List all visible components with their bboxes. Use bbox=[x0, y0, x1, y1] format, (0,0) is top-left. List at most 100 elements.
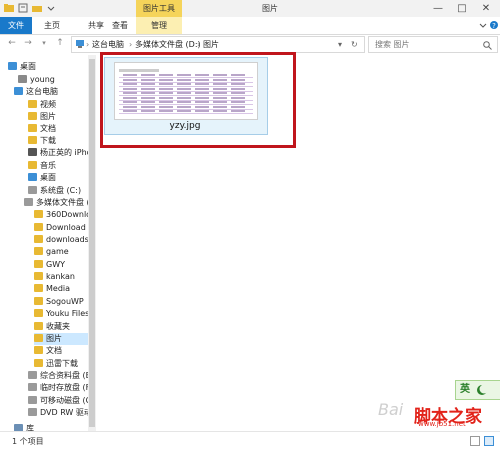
nav-item-label: 多媒体文件盘 (D: bbox=[36, 198, 88, 207]
nav-item-label: 库 bbox=[26, 424, 34, 431]
back-button[interactable]: ← bbox=[6, 37, 18, 49]
navigation-pane: 桌面 young 这台电脑 视频 图片 文档 下载 杨正英的 iPho 音乐 桌面 系统盘 (C:)… bbox=[0, 55, 88, 431]
phone-icon bbox=[28, 148, 37, 156]
breadcrumb-drive-d[interactable]: 多媒体文件盘 (D:) bbox=[135, 37, 201, 52]
refresh-button[interactable]: ↻ bbox=[351, 37, 358, 52]
nav-item[interactable]: 系统盘 (C:) bbox=[28, 185, 88, 197]
nav-item-label: 视频 bbox=[40, 100, 56, 109]
close-button[interactable]: ✕ bbox=[474, 0, 498, 17]
folder-icon bbox=[34, 247, 43, 255]
maximize-button[interactable]: □ bbox=[450, 0, 474, 17]
properties-icon[interactable] bbox=[18, 3, 28, 13]
nav-item[interactable]: 图片 bbox=[34, 333, 88, 345]
nav-item-label: 桌面 bbox=[20, 62, 36, 71]
nav-item[interactable]: Download bbox=[34, 222, 88, 234]
nav-item-label: 360Downlo bbox=[46, 210, 88, 219]
new-folder-icon[interactable] bbox=[32, 3, 42, 13]
item-count: 1 个项目 bbox=[12, 437, 44, 446]
svg-text:?: ? bbox=[492, 22, 496, 30]
folder-icon bbox=[34, 322, 43, 330]
tab-file[interactable]: 文件 bbox=[0, 17, 32, 34]
help-icon[interactable]: ? bbox=[489, 20, 499, 30]
search-input[interactable]: 搜索 图片 bbox=[368, 36, 498, 53]
nav-item[interactable]: downloads bbox=[34, 234, 88, 246]
nav-item-label: 收藏夹 bbox=[46, 322, 70, 331]
nav-item[interactable]: kankan bbox=[34, 271, 88, 283]
forward-button[interactable]: → bbox=[22, 37, 34, 49]
address-bar[interactable]: › 这台电脑 › 多媒体文件盘 (D:) › 图片 ▾ ↻ bbox=[71, 36, 365, 53]
minimize-button[interactable]: — bbox=[426, 0, 450, 17]
folder-icon bbox=[34, 260, 43, 268]
moon-icon bbox=[476, 384, 489, 402]
folder-icon bbox=[34, 284, 43, 292]
nav-item[interactable]: 迅雷下载 bbox=[34, 358, 88, 370]
recent-locations-button[interactable]: ▾ bbox=[38, 37, 50, 49]
search-icon bbox=[483, 40, 492, 55]
picture-tools-label: 图片工具 bbox=[143, 4, 175, 13]
nav-item[interactable]: Media bbox=[34, 283, 88, 295]
nav-item[interactable]: Youku Files bbox=[34, 308, 88, 320]
nav-item[interactable]: 视频 bbox=[28, 99, 88, 111]
nav-item[interactable]: 可移动磁盘 (G: bbox=[28, 395, 88, 407]
nav-item[interactable]: young bbox=[18, 74, 88, 86]
nav-item[interactable]: 文档 bbox=[28, 123, 88, 135]
nav-item-label: 迅雷下载 bbox=[46, 359, 78, 368]
breadcrumb-separator: › bbox=[129, 40, 133, 49]
ribbon-tabs: 文件 主页 共享 查看 管理 ? bbox=[0, 17, 500, 35]
nav-item-label: 文档 bbox=[40, 124, 56, 133]
nav-item[interactable]: 桌面 bbox=[8, 61, 88, 73]
drive-icon bbox=[24, 198, 33, 206]
drive-icon bbox=[28, 383, 37, 391]
window-title: 图片 bbox=[262, 4, 278, 13]
nav-item[interactable]: GWY bbox=[34, 259, 88, 271]
picture-tools-tab: 图片工具 bbox=[136, 0, 182, 17]
nav-item[interactable]: 库 bbox=[14, 423, 88, 431]
nav-item[interactable]: 文档 bbox=[34, 345, 88, 357]
nav-item[interactable]: 下载 bbox=[28, 135, 88, 147]
folder-icon bbox=[34, 235, 43, 243]
nav-item[interactable]: DVD RW 驱动 bbox=[28, 407, 88, 419]
chevron-down-icon[interactable] bbox=[46, 3, 56, 13]
tab-home[interactable]: 主页 bbox=[38, 17, 66, 34]
nav-item[interactable]: 音乐 bbox=[28, 160, 88, 172]
details-view-icon[interactable] bbox=[470, 436, 480, 446]
nav-item-label: DVD RW 驱动 bbox=[40, 408, 88, 417]
ime-indicator[interactable]: 英 bbox=[455, 380, 500, 400]
desktop-icon bbox=[8, 62, 17, 70]
nav-scrollbar-thumb[interactable] bbox=[89, 59, 95, 427]
nav-item[interactable]: 临时存放盘 (F: bbox=[28, 382, 88, 394]
watermark-baidu: Bai bbox=[378, 400, 404, 419]
nav-item[interactable]: 综合资料盘 (E: bbox=[28, 370, 88, 382]
music-folder-icon bbox=[28, 161, 37, 169]
nav-item[interactable]: 多媒体文件盘 (D: bbox=[24, 197, 88, 209]
nav-item[interactable]: 收藏夹 bbox=[34, 321, 88, 333]
nav-item[interactable]: game bbox=[34, 246, 88, 258]
nav-item[interactable]: 这台电脑 bbox=[14, 86, 88, 98]
nav-scrollbar[interactable] bbox=[88, 55, 96, 431]
nav-item[interactable]: 图片 bbox=[28, 111, 88, 123]
dvd-drive-icon bbox=[28, 408, 37, 416]
breadcrumb-pictures[interactable]: 图片 bbox=[203, 37, 219, 52]
address-dropdown-button[interactable]: ▾ bbox=[338, 37, 342, 52]
tab-view[interactable]: 查看 bbox=[106, 17, 134, 34]
nav-item-label: GWY bbox=[46, 260, 65, 269]
nav-item[interactable]: SogouWP bbox=[34, 296, 88, 308]
nav-item-label: game bbox=[46, 247, 69, 256]
chevron-down-icon[interactable] bbox=[478, 20, 488, 30]
drive-icon bbox=[28, 186, 37, 194]
nav-item-label: 下载 bbox=[40, 136, 56, 145]
pictures-folder-icon bbox=[28, 112, 37, 120]
nav-item-label: 音乐 bbox=[40, 161, 56, 170]
folder-icon bbox=[34, 210, 43, 218]
nav-item-label: kankan bbox=[46, 272, 75, 281]
downloads-folder-icon bbox=[28, 136, 37, 144]
up-button[interactable]: ↑ bbox=[54, 37, 66, 49]
nav-item-label: Download bbox=[46, 223, 86, 232]
nav-item[interactable]: 杨正英的 iPho bbox=[28, 147, 88, 159]
nav-item[interactable]: 桌面 bbox=[28, 172, 88, 184]
folder-icon bbox=[34, 223, 43, 231]
large-icons-view-icon[interactable] bbox=[484, 436, 494, 446]
breadcrumb-this-pc[interactable]: 这台电脑 bbox=[92, 37, 124, 52]
nav-item[interactable]: 360Downlo bbox=[34, 209, 88, 221]
tab-manage[interactable]: 管理 bbox=[136, 17, 182, 34]
